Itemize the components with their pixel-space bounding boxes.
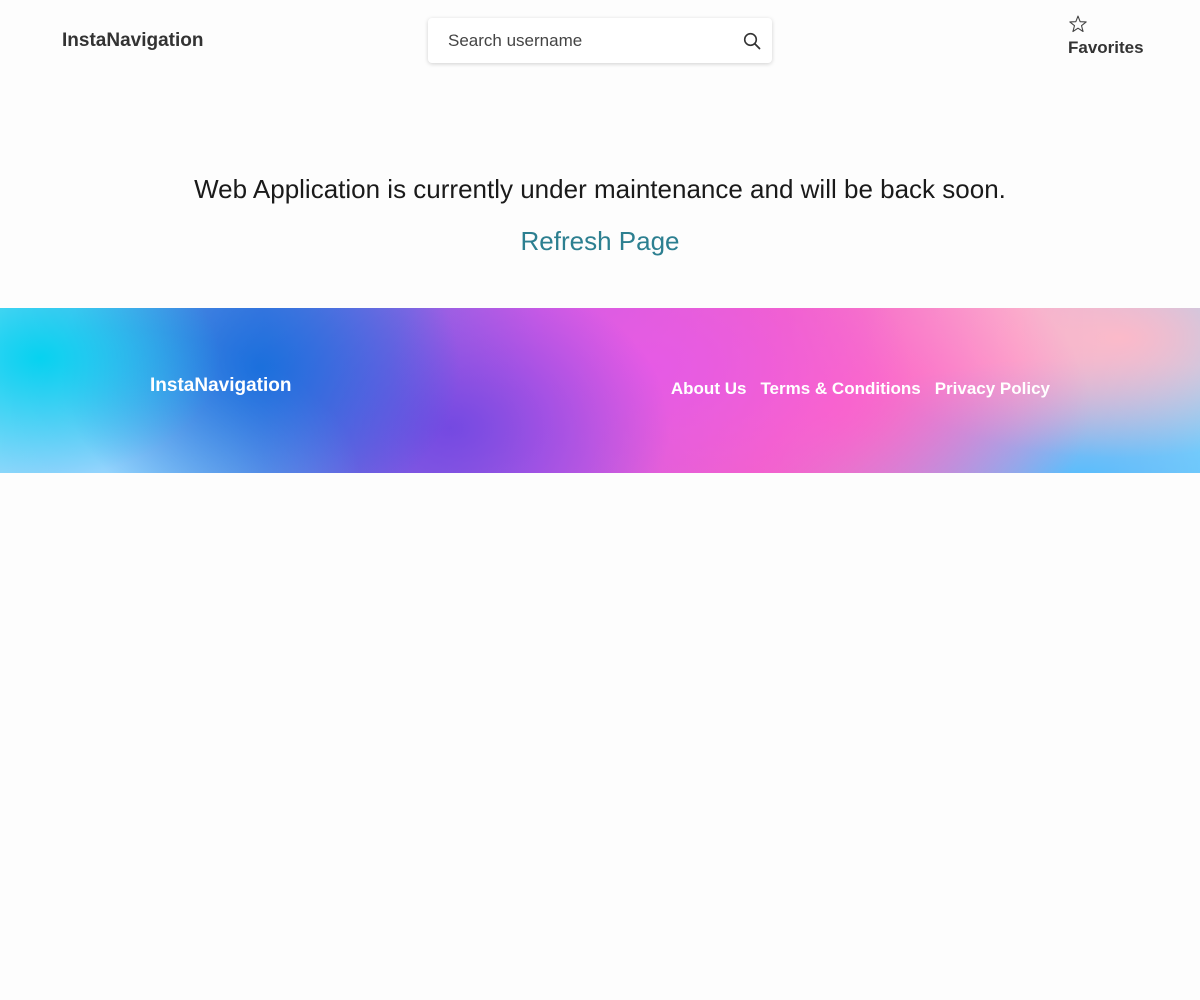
footer-link-about-us[interactable]: About Us: [671, 378, 747, 400]
search-button[interactable]: [732, 18, 772, 63]
search-input[interactable]: [428, 18, 732, 63]
favorites-button[interactable]: Favorites: [1068, 14, 1144, 58]
favorites-label: Favorites: [1068, 38, 1144, 57]
footer-nav: About Us Terms & Conditions Privacy Poli…: [671, 378, 1050, 400]
search-box: [428, 18, 772, 63]
search-icon: [743, 32, 761, 49]
maintenance-section: Web Application is currently under maint…: [0, 90, 1200, 308]
footer-link-terms[interactable]: Terms & Conditions: [760, 378, 920, 400]
refresh-page-link[interactable]: Refresh Page: [0, 224, 1200, 258]
site-header: InstaNavigation Favorites: [0, 0, 1200, 90]
footer-link-privacy[interactable]: Privacy Policy: [935, 378, 1050, 400]
maintenance-message: Web Application is currently under maint…: [194, 174, 1006, 204]
brand-logo-link[interactable]: InstaNavigation: [62, 30, 203, 52]
site-footer: InstaNavigation About Us Terms & Conditi…: [0, 308, 1200, 473]
star-outline-icon: [1069, 15, 1087, 33]
footer-brand[interactable]: InstaNavigation: [150, 375, 291, 397]
